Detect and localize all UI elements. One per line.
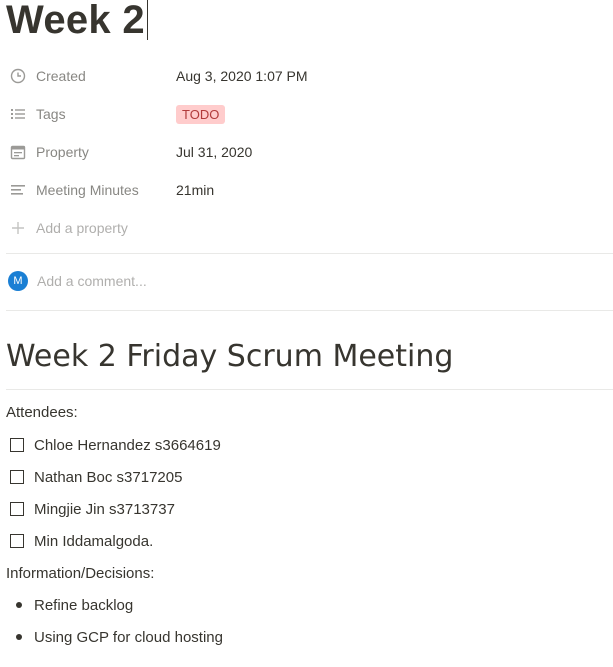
page-title[interactable]: Week 2 bbox=[6, 0, 148, 44]
todo-item[interactable]: Nathan Boc s3717205 bbox=[10, 465, 182, 489]
bullet-text[interactable]: Using GCP for cloud hosting bbox=[34, 629, 223, 646]
meeting-heading[interactable]: Week 2 Friday Scrum Meeting bbox=[6, 337, 453, 377]
information-label[interactable]: Information/Decisions: bbox=[6, 565, 154, 582]
checkbox[interactable] bbox=[10, 438, 24, 452]
divider bbox=[6, 253, 613, 254]
comment-input[interactable]: Add a comment... bbox=[37, 273, 147, 289]
property-label: Tags bbox=[36, 106, 66, 122]
bullet-text[interactable]: Refine backlog bbox=[34, 597, 133, 614]
attendees-label[interactable]: Attendees: bbox=[6, 404, 78, 421]
bullet-dot bbox=[16, 602, 22, 608]
checkbox[interactable] bbox=[10, 502, 24, 516]
todo-text[interactable]: Chloe Hernandez s3664619 bbox=[34, 437, 221, 454]
bullet-item[interactable]: Refine backlog bbox=[16, 593, 133, 617]
checkbox[interactable] bbox=[10, 470, 24, 484]
property-tags[interactable]: Tags TODO bbox=[6, 98, 606, 130]
heading-divider bbox=[6, 389, 613, 390]
todo-item[interactable]: Chloe Hernandez s3664619 bbox=[10, 433, 221, 457]
calendar-icon bbox=[6, 140, 30, 164]
bullet-item[interactable]: Using GCP for cloud hosting bbox=[16, 625, 223, 649]
tag-badge[interactable]: TODO bbox=[176, 104, 226, 124]
todo-text[interactable]: Nathan Boc s3717205 bbox=[34, 469, 182, 486]
property-created[interactable]: Created Aug 3, 2020 1:07 PM bbox=[6, 60, 606, 92]
page: Week 2 Created Aug 3, 2020 1:07 PM Tags … bbox=[0, 0, 613, 667]
property-value: Jul 31, 2020 bbox=[176, 144, 253, 160]
clock-icon bbox=[6, 64, 30, 88]
text-icon bbox=[6, 178, 30, 202]
todo-text[interactable]: Mingjie Jin s3713737 bbox=[34, 501, 175, 518]
plus-icon bbox=[6, 216, 30, 240]
add-property-button[interactable]: Add a property bbox=[6, 212, 606, 244]
avatar: M bbox=[8, 271, 28, 291]
checkbox[interactable] bbox=[10, 534, 24, 548]
todo-item[interactable]: Min Iddamalgoda. bbox=[10, 529, 153, 553]
page-title-text[interactable]: Week 2 bbox=[6, 0, 145, 44]
property-label: Property bbox=[36, 144, 89, 160]
bullet-dot bbox=[16, 634, 22, 640]
divider bbox=[6, 310, 613, 311]
property-meeting-minutes[interactable]: Meeting Minutes 21min bbox=[6, 174, 606, 206]
property-label: Created bbox=[36, 68, 86, 84]
add-property-label: Add a property bbox=[36, 220, 128, 236]
todo-item[interactable]: Mingjie Jin s3713737 bbox=[10, 497, 175, 521]
property-label: Meeting Minutes bbox=[36, 182, 139, 198]
text-caret bbox=[146, 0, 148, 40]
property-value: Aug 3, 2020 1:07 PM bbox=[176, 68, 308, 84]
comment-box[interactable]: M Add a comment... bbox=[8, 270, 147, 292]
todo-text[interactable]: Min Iddamalgoda. bbox=[34, 533, 153, 550]
property-value: 21min bbox=[176, 182, 215, 198]
property-date[interactable]: Property Jul 31, 2020 bbox=[6, 136, 606, 168]
list-icon bbox=[6, 102, 30, 126]
